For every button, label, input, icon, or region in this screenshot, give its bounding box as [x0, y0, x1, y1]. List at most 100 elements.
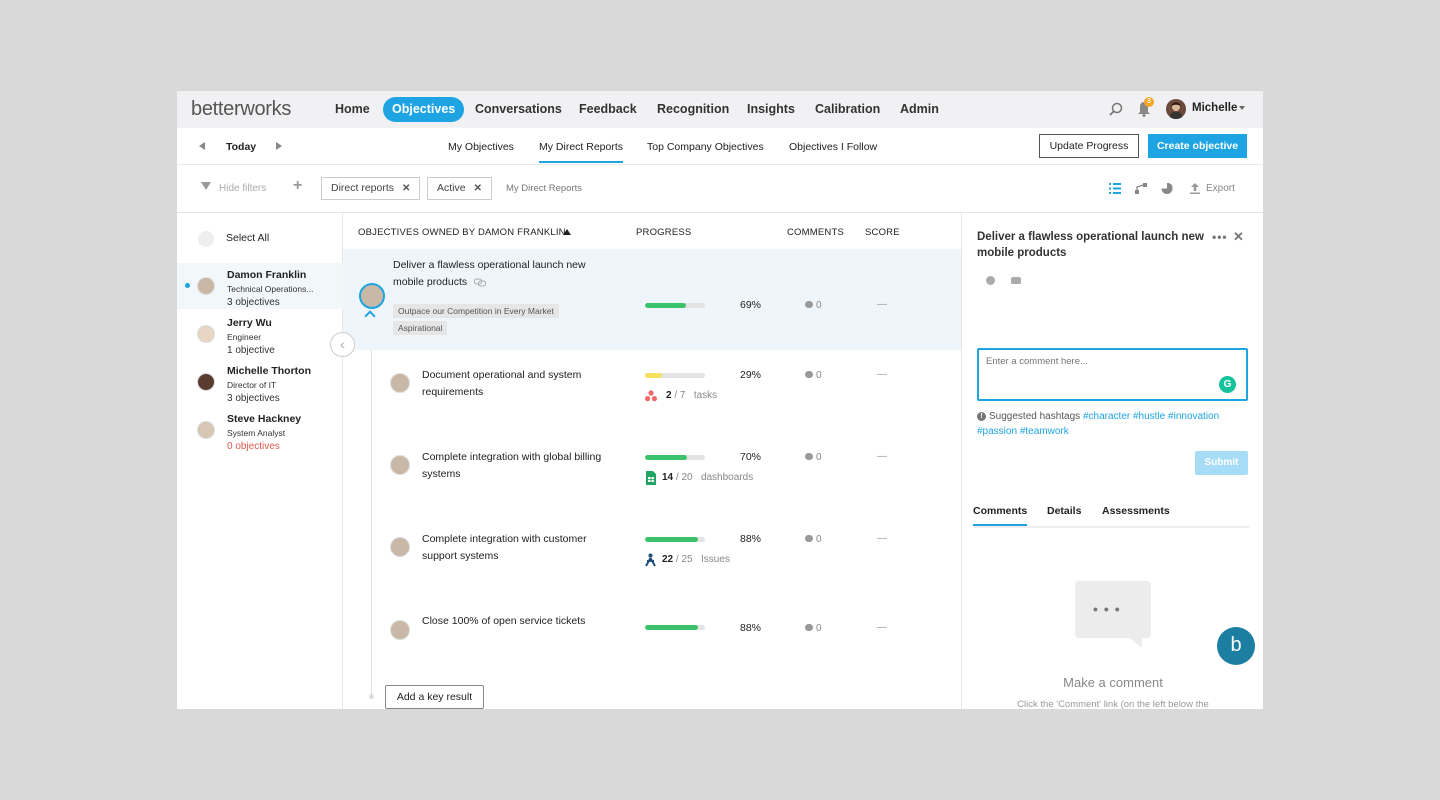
submit-button[interactable]: Submit [1195, 451, 1248, 475]
add-filter-icon[interactable]: + [293, 177, 302, 195]
next-date-icon[interactable] [276, 142, 282, 150]
integration-unit: dashboards [700, 472, 754, 483]
person-item[interactable]: Michelle Thorton Director of IT 3 object… [177, 359, 343, 405]
chart-view-icon[interactable] [1161, 183, 1173, 194]
key-result-title[interactable]: Document operational and system requirem… [422, 367, 622, 401]
objective-row[interactable]: Deliver a flawless operational launch ne… [343, 249, 961, 350]
chevron-up-icon[interactable] [364, 310, 376, 322]
key-result-row[interactable]: Complete integration with global billing… [343, 432, 961, 514]
tag-aspirational[interactable]: Aspirational [393, 321, 448, 335]
filter-icon[interactable] [201, 182, 211, 190]
thumbs-up-icon[interactable] [1011, 277, 1021, 284]
comment-count-value: 0 [816, 623, 822, 634]
person-item[interactable]: Jerry Wu Engineer 1 objective [177, 311, 343, 357]
hashtag-link[interactable]: #innovation [1168, 411, 1219, 422]
close-icon[interactable]: ✕ [1233, 229, 1244, 245]
comment-box[interactable]: G [977, 348, 1248, 401]
nav-recognition[interactable]: Recognition [648, 97, 738, 122]
empty-comments-icon: ••• [1075, 581, 1151, 648]
grammarly-icon[interactable]: G [1219, 376, 1236, 393]
comment-count[interactable]: 0 [805, 534, 822, 545]
betterworks-assistant-button[interactable]: b [1217, 627, 1255, 665]
add-key-result-button[interactable]: Add a key result [385, 685, 484, 709]
search-icon[interactable] [1109, 102, 1123, 116]
more-options-icon[interactable]: ••• [1212, 230, 1228, 244]
list-view-icon[interactable] [1109, 183, 1121, 194]
hashtag-link[interactable]: #hustle [1133, 411, 1165, 422]
filter-chip[interactable]: Active ✕ [427, 177, 492, 200]
comment-count[interactable]: 0 [805, 370, 822, 381]
update-progress-button[interactable]: Update Progress [1039, 134, 1139, 158]
objective-title[interactable]: Deliver a flawless operational launch ne… [393, 257, 608, 291]
tab-top-company-objectives[interactable]: Top Company Objectives [647, 141, 764, 153]
key-result-title[interactable]: Complete integration with global billing… [422, 449, 622, 483]
comment-count[interactable]: 0 [805, 452, 822, 463]
link-icon[interactable] [474, 278, 487, 287]
progress-percent: 69% [740, 299, 762, 311]
comment-input[interactable] [986, 356, 1216, 367]
tab-assessments[interactable]: Assessments [1102, 505, 1170, 517]
comment-count[interactable]: 0 [805, 300, 822, 311]
reaction-icon[interactable] [986, 276, 995, 285]
create-objective-button[interactable]: Create objective [1148, 134, 1247, 158]
sort-ascending-icon[interactable] [563, 229, 571, 235]
export-icon[interactable] [1189, 183, 1201, 194]
nav-insights[interactable]: Insights [738, 97, 804, 122]
key-result-title[interactable]: Close 100% of open service tickets [422, 613, 622, 630]
nav-feedback[interactable]: Feedback [570, 97, 646, 122]
asana-icon [645, 390, 657, 402]
avatar [197, 325, 215, 343]
hierarchy-view-icon[interactable] [1135, 183, 1147, 194]
key-result-row[interactable]: Complete integration with customer suppo… [343, 514, 961, 596]
suggested-hashtags: ! Suggested hashtags #character #hustle #… [977, 409, 1252, 439]
key-result-title[interactable]: Complete integration with customer suppo… [422, 531, 622, 565]
score-value: — [877, 369, 887, 380]
export-link[interactable]: Export [1206, 183, 1235, 194]
progress-percent: 70% [740, 451, 762, 463]
avatar [197, 277, 215, 295]
nav-calibration[interactable]: Calibration [806, 97, 889, 122]
comment-count[interactable]: 0 [805, 623, 822, 634]
date-label: Today [226, 141, 257, 153]
chevron-down-icon[interactable] [1239, 106, 1245, 110]
nav-conversations[interactable]: Conversations [466, 97, 571, 122]
collapse-panel-button[interactable]: ‹ [330, 332, 355, 357]
hide-filters-link[interactable]: Hide filters [219, 183, 266, 194]
person-name: Steve Hackney [227, 413, 302, 425]
nav-objectives[interactable]: Objectives [383, 97, 465, 122]
integration-progress: 14 / 20 dashboards [662, 472, 753, 483]
prev-date-icon[interactable] [199, 142, 205, 150]
nav-home[interactable]: Home [326, 97, 379, 122]
key-result-row[interactable]: Document operational and system requirem… [343, 350, 961, 432]
tab-comments[interactable]: Comments [973, 505, 1028, 526]
progress-bar [645, 625, 705, 630]
tab-objectives-i-follow[interactable]: Objectives I Follow [789, 141, 877, 153]
filter-chip-label: Direct reports [331, 182, 395, 194]
comment-icon [805, 301, 813, 308]
comment-count-value: 0 [816, 370, 822, 381]
column-header-objective[interactable]: OBJECTIVES OWNED BY DAMON FRANKLIN [358, 227, 566, 238]
tab-my-direct-reports[interactable]: My Direct Reports [539, 141, 624, 163]
hashtag-link[interactable]: #teamwork [1020, 426, 1069, 437]
close-icon[interactable]: ✕ [402, 183, 410, 194]
user-name[interactable]: Michelle [1192, 102, 1237, 114]
hashtag-link[interactable]: #character [1083, 411, 1130, 422]
tab-my-objectives[interactable]: My Objectives [448, 141, 514, 153]
progress-percent: 88% [740, 533, 762, 545]
select-all[interactable]: Select All [226, 232, 269, 244]
key-result-row[interactable]: Close 100% of open service tickets 88% 0… [343, 596, 961, 678]
person-item[interactable]: Steve Hackney System Analyst 0 objective… [177, 407, 343, 453]
nav-admin[interactable]: Admin [891, 97, 948, 122]
filter-chip-label: Active [437, 182, 466, 194]
filter-chip[interactable]: Direct reports ✕ [321, 177, 421, 200]
person-objective-count: 3 objectives [227, 393, 280, 404]
progress-percent: 88% [740, 622, 762, 634]
hashtag-link[interactable]: #passion [977, 426, 1017, 437]
person-item[interactable]: Damon Franklin Technical Operations... 3… [177, 263, 343, 309]
close-icon[interactable]: ✕ [474, 183, 482, 194]
avatar [359, 283, 385, 309]
tab-details[interactable]: Details [1047, 505, 1081, 517]
team-icon[interactable] [198, 231, 214, 247]
tag-parent-objective[interactable]: Outpace our Competition in Every Market [393, 304, 559, 318]
user-avatar[interactable] [1166, 99, 1186, 119]
